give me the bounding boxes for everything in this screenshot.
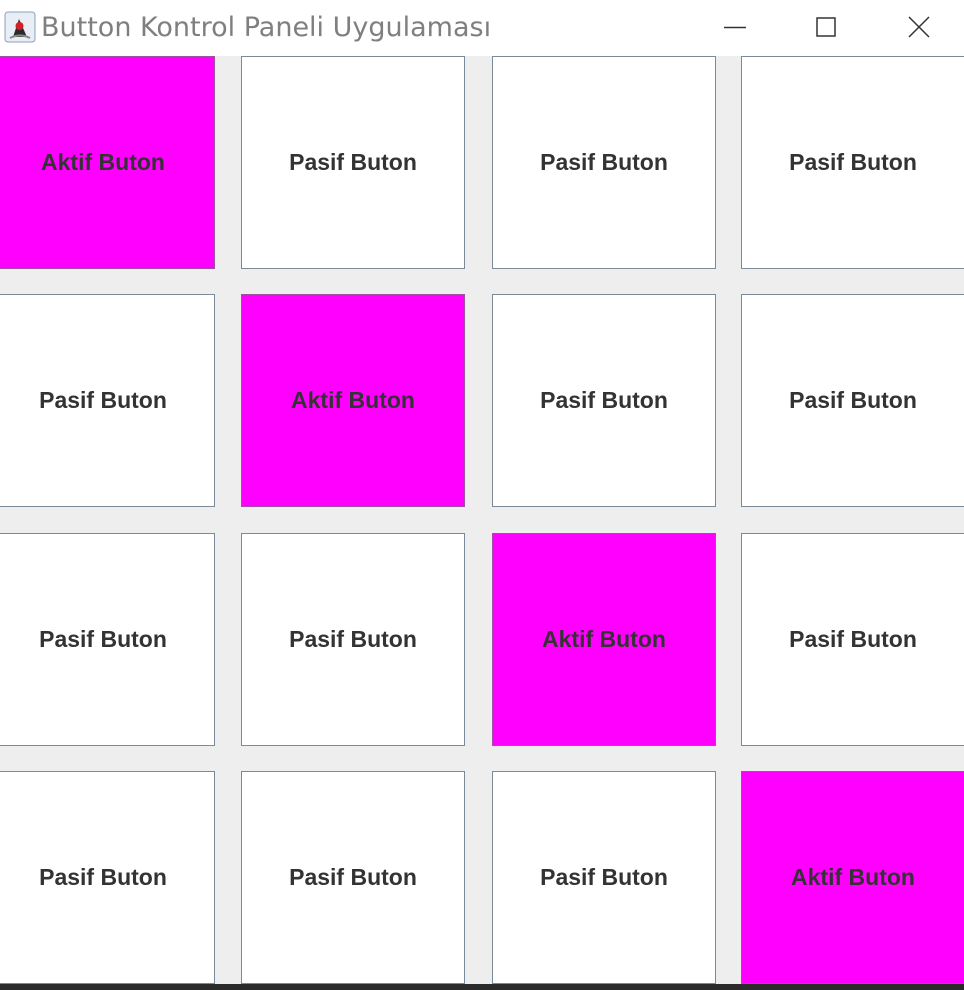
- panel-button-r3c4[interactable]: Pasif Buton: [741, 533, 964, 746]
- panel-button-r1c4[interactable]: Pasif Buton: [741, 56, 964, 269]
- maximize-button[interactable]: [780, 0, 872, 56]
- panel-button-r2c1[interactable]: Pasif Buton: [0, 294, 215, 507]
- minimize-icon: [724, 26, 746, 29]
- app-window: Button Kontrol Paneli Uygulaması Aktif B…: [0, 0, 964, 990]
- panel-button-r3c2[interactable]: Pasif Buton: [241, 533, 465, 746]
- java-duke-icon: [4, 11, 36, 43]
- panel-button-r1c3[interactable]: Pasif Buton: [492, 56, 716, 269]
- taskbar-edge: [0, 984, 964, 990]
- panel-button-r3c3[interactable]: Aktif Buton: [492, 533, 716, 746]
- panel-button-r2c4[interactable]: Pasif Buton: [741, 294, 964, 507]
- panel-button-r2c2[interactable]: Aktif Buton: [241, 294, 465, 507]
- panel-button-r4c4[interactable]: Aktif Buton: [741, 771, 964, 984]
- title-bar[interactable]: Button Kontrol Paneli Uygulaması: [0, 0, 964, 56]
- panel-button-r2c3[interactable]: Pasif Buton: [492, 294, 716, 507]
- close-icon: [908, 16, 930, 38]
- close-button[interactable]: [872, 0, 964, 56]
- minimize-button[interactable]: [690, 0, 782, 56]
- maximize-icon: [816, 17, 836, 37]
- panel-button-r1c2[interactable]: Pasif Buton: [241, 56, 465, 269]
- panel-button-r1c1[interactable]: Aktif Buton: [0, 56, 215, 269]
- panel-button-r3c1[interactable]: Pasif Buton: [0, 533, 215, 746]
- panel-button-r4c2[interactable]: Pasif Buton: [241, 771, 465, 984]
- panel-button-r4c3[interactable]: Pasif Buton: [492, 771, 716, 984]
- panel-button-r4c1[interactable]: Pasif Buton: [0, 771, 215, 984]
- window-title: Button Kontrol Paneli Uygulaması: [41, 12, 492, 43]
